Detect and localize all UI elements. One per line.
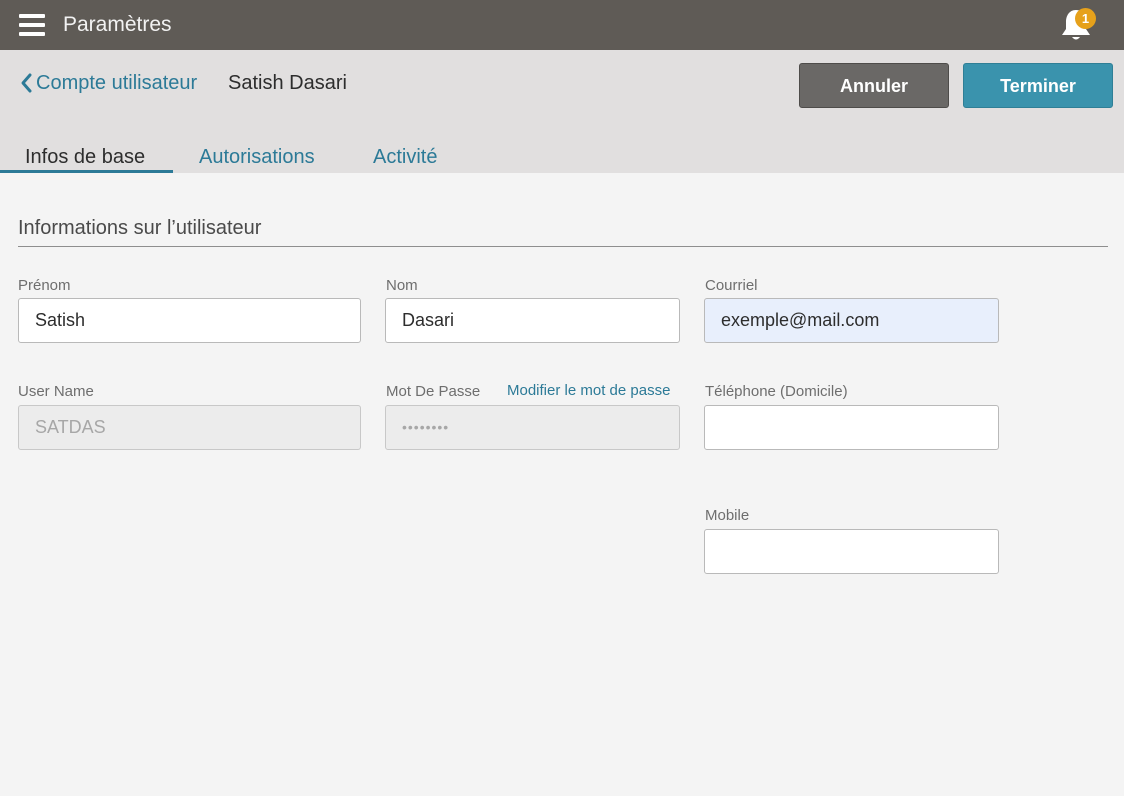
app-title: Paramètres: [63, 13, 172, 36]
active-tab-indicator: [0, 170, 173, 173]
section-divider: [18, 246, 1108, 247]
email-field[interactable]: [704, 298, 999, 343]
page-header: Compte utilisateur Satish Dasari Annuler…: [0, 50, 1124, 173]
mobile-label: Mobile: [705, 507, 750, 524]
first-name-label: Prénom: [18, 277, 71, 294]
back-to-user-account-link[interactable]: Compte utilisateur: [18, 71, 197, 95]
password-field: ••••••••: [385, 405, 680, 450]
mobile-field[interactable]: [704, 529, 999, 574]
notification-badge: 1: [1075, 8, 1096, 29]
last-name-field[interactable]: [385, 298, 680, 343]
finish-button[interactable]: Terminer: [963, 63, 1113, 108]
home-phone-label: Téléphone (Domicile): [705, 383, 848, 400]
notifications-button[interactable]: 1: [1058, 6, 1098, 44]
section-title: Informations sur l’utilisateur: [18, 217, 262, 239]
tab-permissions[interactable]: Autorisations: [199, 144, 315, 170]
last-name-label: Nom: [386, 277, 418, 294]
back-link-label: Compte utilisateur: [36, 72, 198, 94]
change-password-link[interactable]: Modifier le mot de passe: [507, 382, 670, 400]
top-bar: Paramètres 1: [0, 0, 1124, 50]
tab-basic-info[interactable]: Infos de base: [25, 144, 145, 170]
chevron-left-icon: [21, 73, 32, 93]
first-name-field[interactable]: [18, 298, 361, 343]
home-phone-field[interactable]: [704, 405, 999, 450]
email-label: Courriel: [705, 277, 758, 294]
tab-activity[interactable]: Activité: [373, 144, 437, 170]
menu-icon[interactable]: [19, 14, 45, 36]
page-title: Satish Dasari: [228, 72, 347, 94]
username-label: User Name: [18, 383, 94, 400]
username-field: [18, 405, 361, 450]
password-label: Mot De Passe: [386, 383, 481, 400]
cancel-button[interactable]: Annuler: [799, 63, 949, 108]
